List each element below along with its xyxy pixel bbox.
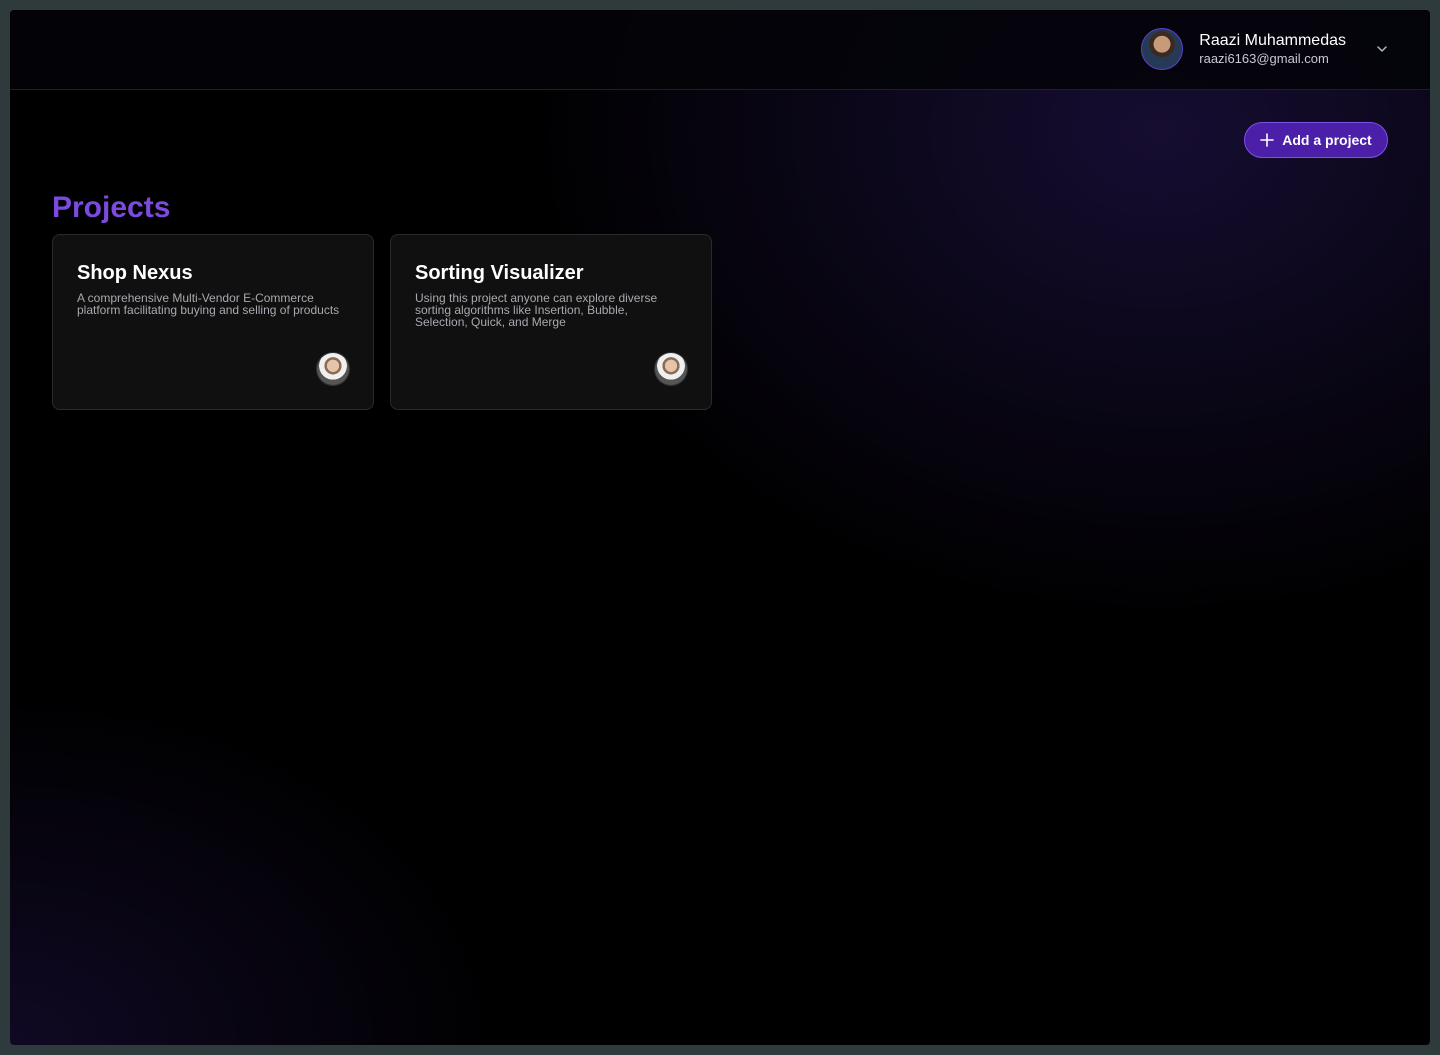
project-card-sorting-visualizer[interactable]: Sorting Visualizer Using this project an… [390, 234, 712, 410]
page-title: Projects [52, 191, 171, 224]
chevron-down-icon[interactable] [1374, 41, 1390, 57]
project-title: Sorting Visualizer [415, 262, 584, 284]
user-email: raazi6163@gmail.com [1199, 51, 1329, 66]
user-name: Raazi Muhammedas [1199, 32, 1346, 49]
plus-icon [1260, 133, 1275, 147]
add-project-label: Add a project [1282, 132, 1372, 148]
avatar [1141, 28, 1184, 70]
project-description: A comprehensive Multi-Vendor E-Commerce … [77, 291, 340, 317]
add-project-button[interactable]: Add a project [1244, 122, 1388, 158]
user-info: Raazi Muhammedas raazi6163@gmail.com [1199, 31, 1346, 67]
avatar [655, 353, 687, 385]
project-card-shop-nexus[interactable]: Shop Nexus A comprehensive Multi-Vendor … [52, 234, 374, 410]
app-window: Raazi Muhammedas raazi6163@gmail.com Add… [10, 10, 1430, 1045]
project-title: Shop Nexus [77, 262, 193, 284]
avatar [317, 353, 349, 385]
top-bar: Raazi Muhammedas raazi6163@gmail.com [10, 10, 1430, 90]
user-menu[interactable]: Raazi Muhammedas raazi6163@gmail.com [1141, 28, 1390, 70]
project-description: Using this project anyone can explore di… [415, 291, 658, 329]
